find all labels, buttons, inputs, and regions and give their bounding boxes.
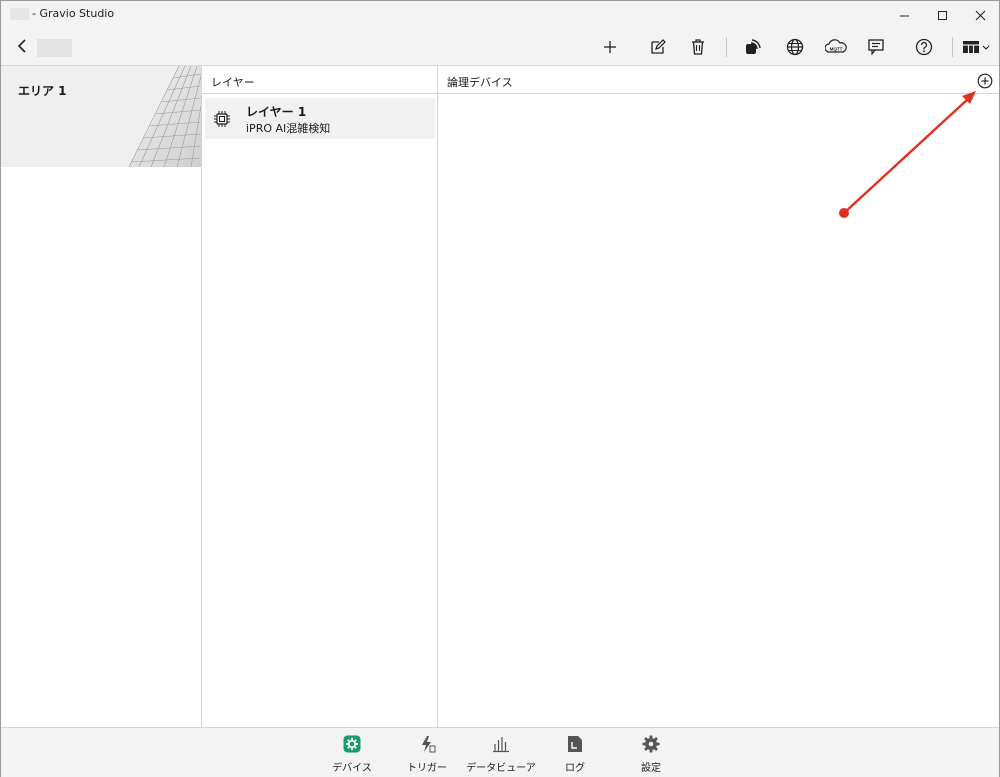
logical-device-pane: 論理デバイス: [438, 66, 999, 727]
layout-icon: [963, 41, 990, 53]
maximize-button[interactable]: [923, 1, 961, 29]
mqtt-button[interactable]: MQTT: [823, 35, 849, 59]
close-icon: [975, 10, 985, 20]
nav-label-triggers: トリガー: [407, 763, 447, 774]
back-icon: [17, 39, 26, 53]
add-button[interactable]: [597, 35, 623, 59]
window-title: - Gravio Studio: [32, 7, 115, 20]
nfc-icon: [746, 39, 761, 54]
edit-button[interactable]: [645, 35, 671, 59]
delete-button[interactable]: [685, 35, 711, 59]
globe-icon: [786, 38, 804, 56]
device-pane-header: 論理デバイス: [438, 66, 999, 94]
toolbar-separator-2: [952, 37, 953, 57]
delete-icon: [692, 39, 704, 55]
nav-label-devices: デバイス: [332, 763, 372, 774]
add-device-button[interactable]: [976, 72, 994, 90]
trigger-icon: [422, 736, 436, 753]
close-button[interactable]: [961, 1, 999, 29]
layer-pane-title: レイヤー: [211, 76, 255, 89]
area-item[interactable]: エリア 1: [1, 66, 201, 167]
nav-label-log: ログ: [565, 763, 585, 774]
app-window: - Gravio Studio MQTT エリア 1 レイヤー レイヤー 1 i…: [0, 0, 1000, 777]
message-button[interactable]: [863, 35, 889, 59]
nav-label-settings: 設定: [641, 763, 661, 774]
mqtt-label: MQTT: [830, 47, 843, 52]
nav-label-data-viewer: データビューア: [466, 763, 536, 774]
toolbar-separator: [726, 37, 727, 57]
edit-icon: [651, 39, 666, 54]
nav-item-triggers[interactable]: トリガー: [391, 734, 463, 774]
layer-item-subtitle: iPRO AI混雑検知: [246, 122, 331, 135]
layer-item[interactable]: レイヤー 1 iPRO AI混雑検知: [205, 98, 435, 139]
back-button[interactable]: [11, 35, 33, 57]
minimize-button[interactable]: [885, 1, 923, 29]
nav-item-log[interactable]: ログ: [539, 734, 611, 774]
layout-dropdown-button[interactable]: [959, 35, 995, 59]
layer-item-name: レイヤー 1: [246, 105, 307, 119]
settings-icon: [642, 735, 660, 753]
chart-icon: [493, 737, 509, 753]
minimize-icon: [899, 15, 909, 16]
help-button[interactable]: [911, 35, 937, 59]
app-name-placeholder: [10, 8, 29, 20]
maximize-icon: [937, 10, 947, 20]
area-building-image: [128, 66, 201, 167]
layer-pane: レイヤー レイヤー 1 iPRO AI混雑検知: [202, 66, 438, 727]
device-pane-title: 論理デバイス: [447, 76, 513, 89]
breadcrumb-placeholder: [37, 39, 72, 57]
layer-pane-header: レイヤー: [202, 66, 437, 94]
globe-button[interactable]: [782, 35, 808, 59]
area-item-label: エリア 1: [18, 84, 67, 98]
nav-item-devices[interactable]: デバイス: [316, 734, 388, 774]
nav-item-settings[interactable]: 設定: [615, 734, 687, 774]
title-bar: - Gravio Studio: [1, 1, 999, 29]
add-circle-icon: [977, 73, 993, 89]
message-icon: [868, 39, 884, 55]
log-icon: [568, 736, 582, 752]
bottom-nav: デバイス トリガー データビューア ログ 設定: [1, 727, 999, 777]
area-pane: エリア 1: [1, 66, 202, 727]
toolbar: MQTT: [1, 29, 999, 66]
add-icon: [604, 41, 616, 53]
mqtt-icon: MQTT: [825, 39, 847, 53]
nfc-button[interactable]: [740, 35, 766, 59]
help-icon: [915, 38, 933, 56]
device-icon: [343, 735, 361, 753]
nav-item-data-viewer[interactable]: データビューア: [465, 734, 537, 774]
chip-icon: [214, 111, 230, 127]
